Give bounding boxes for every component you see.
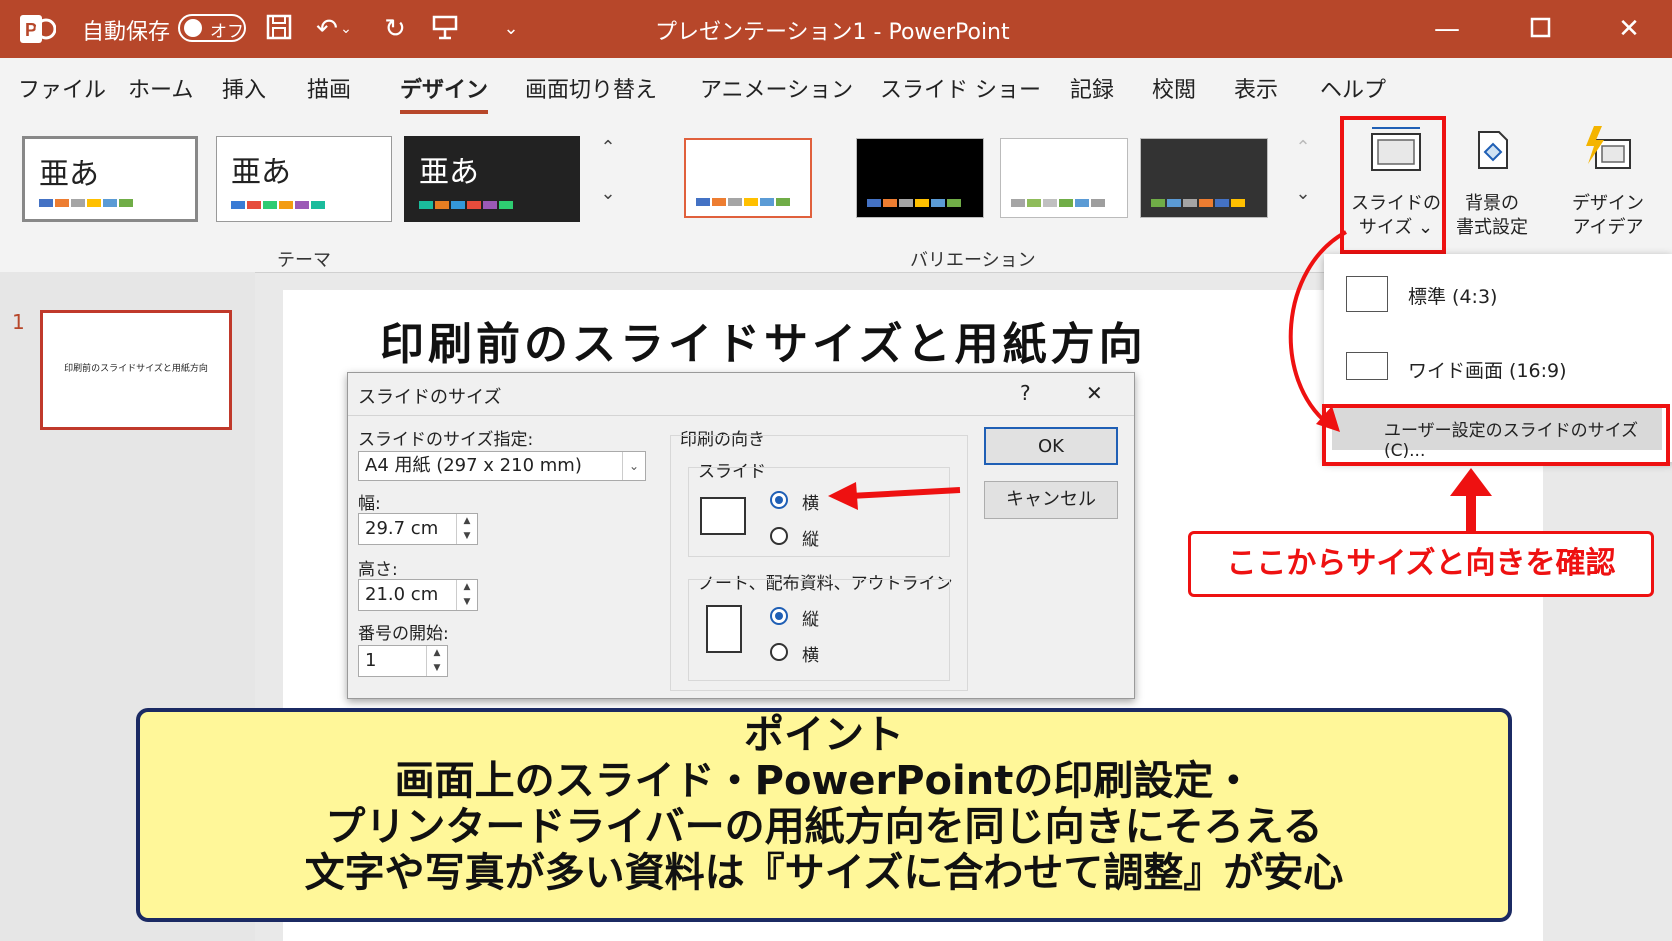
theme-3[interactable]: 亜あ xyxy=(404,136,580,222)
format-background-button[interactable]: 背景の 書式設定 xyxy=(1452,122,1532,240)
format-background-label-2: 書式設定 xyxy=(1456,217,1528,238)
menu-item-standard[interactable]: 標準 (4:3) xyxy=(1408,282,1497,309)
annotation-curved-arrow xyxy=(1288,230,1347,432)
dialog-close-icon[interactable]: ✕ xyxy=(1086,381,1103,405)
menu-item-widescreen[interactable]: ワイド画面 (16:9) xyxy=(1408,356,1567,383)
landscape-page-icon xyxy=(700,497,746,535)
point-line-1: 画面上のスライド・PowerPointの印刷設定・ xyxy=(394,758,1254,804)
variation-scroll-up-icon[interactable]: ⌃ xyxy=(1288,130,1318,166)
variation-3[interactable] xyxy=(1000,138,1128,218)
height-value: 21.0 cm xyxy=(365,584,439,605)
start-number-spinner-icon[interactable]: ▲ ▼ xyxy=(426,646,447,676)
close-icon[interactable]: ✕ xyxy=(1612,12,1646,46)
start-number-value: 1 xyxy=(365,650,377,671)
slide-landscape-radio[interactable] xyxy=(770,491,788,509)
theme-sample-text: 亜あ xyxy=(419,155,479,190)
width-value: 29.7 cm xyxy=(365,518,439,539)
tab-draw[interactable]: 描画 xyxy=(307,72,351,104)
size-select[interactable]: A4 用紙 (297 x 210 mm) ⌄ xyxy=(358,451,646,481)
dialog-help-icon[interactable]: ? xyxy=(1020,381,1031,405)
variation-2[interactable] xyxy=(856,138,984,218)
slide-thumbnail-title: 印刷前のスライドサイズと用紙方向 xyxy=(64,364,208,374)
slide-landscape-label: 横 xyxy=(802,494,819,514)
slide-portrait-radio[interactable] xyxy=(770,527,788,545)
design-ideas-icon xyxy=(1560,122,1656,192)
start-number-input[interactable]: 1 ▲ ▼ xyxy=(358,645,448,677)
customize-toolbar-icon[interactable]: ⌄ xyxy=(494,12,528,46)
minimize-icon[interactable]: — xyxy=(1430,12,1464,46)
tab-slideshow[interactable]: スライド ショー xyxy=(880,72,1041,104)
design-ideas-button[interactable]: デザイン アイデア xyxy=(1560,122,1656,240)
notes-portrait-radio[interactable] xyxy=(770,607,788,625)
save-icon[interactable] xyxy=(262,12,296,46)
undo-dropdown-icon[interactable]: ⌄ xyxy=(336,12,356,46)
design-ideas-label-2: アイデア xyxy=(1572,217,1644,238)
ok-button[interactable]: OK xyxy=(984,427,1118,465)
theme-sample-text: 亜あ xyxy=(39,157,99,192)
slide-portrait-label: 縦 xyxy=(802,530,819,550)
autosave-toggle[interactable]: オフ xyxy=(178,14,246,42)
variation-group-label: バリエーション xyxy=(910,250,1036,271)
tab-help[interactable]: ヘルプ xyxy=(1320,72,1386,104)
point-line-3: 文字や写真が多い資料は『サイズに合わせて調整』が安心 xyxy=(304,850,1344,896)
variation-scroll-down-icon[interactable]: ⌄ xyxy=(1288,176,1318,212)
tab-view[interactable]: 表示 xyxy=(1234,72,1278,104)
tab-insert[interactable]: 挿入 xyxy=(222,72,266,104)
notes-landscape-label: 横 xyxy=(802,646,819,666)
maximize-icon[interactable] xyxy=(1524,12,1558,46)
title-bar: P 自動保存 オフ ↶ ⌄ ↻ ⌄ プレゼンテーション1 - PowerPoin… xyxy=(0,0,1672,58)
height-label: 高さ: xyxy=(358,560,398,580)
powerpoint-logo-icon: P xyxy=(20,12,57,46)
slide-size-dialog: スライドのサイズ ? ✕ スライドのサイズ指定: A4 用紙 (297 x 21… xyxy=(347,372,1135,699)
slide-title[interactable]: 印刷前のスライドサイズと用紙方向 xyxy=(380,308,1147,372)
point-heading: ポイント xyxy=(744,712,904,758)
window-title: プレゼンテーション1 - PowerPoint xyxy=(655,20,1010,45)
notes-portrait-label: 縦 xyxy=(802,610,819,630)
dialog-title: スライドのサイズ xyxy=(358,387,502,408)
tab-review[interactable]: 校閲 xyxy=(1152,72,1196,104)
autosave-label: 自動保存 xyxy=(82,20,171,45)
svg-text:P: P xyxy=(25,20,37,40)
point-line-2: プリンタードライバーの用紙方向を同じ向きにそろえる xyxy=(325,804,1323,850)
theme-office[interactable]: 亜あ xyxy=(22,136,198,222)
annotation-arrow-left xyxy=(828,482,961,510)
theme-sample-text: 亜あ xyxy=(231,155,291,190)
format-background-icon xyxy=(1452,122,1532,192)
slide-thumbnail[interactable]: 印刷前のスライドサイズと用紙方向 xyxy=(40,310,232,430)
format-background-label-1: 背景の xyxy=(1465,193,1519,214)
start-number-label: 番号の開始: xyxy=(358,624,449,644)
annotation-arrow-up xyxy=(1450,468,1492,532)
width-label: 幅: xyxy=(358,494,381,514)
ribbon-tabs: ファイル ホーム 挿入 描画 デザイン 画面切り替え アニメーション スライド … xyxy=(0,58,1672,114)
tab-record[interactable]: 記録 xyxy=(1070,72,1114,104)
theme-scroll-up-icon[interactable]: ⌃ xyxy=(593,130,623,166)
portrait-page-icon xyxy=(706,605,742,653)
theme-scroll-down-icon[interactable]: ⌄ xyxy=(593,176,623,212)
autosave-state: オフ xyxy=(210,22,244,42)
tab-design[interactable]: デザイン xyxy=(400,72,489,114)
variation-4[interactable] xyxy=(1140,138,1268,218)
tab-animations[interactable]: アニメーション xyxy=(700,72,853,104)
width-spinner-icon[interactable]: ▲ ▼ xyxy=(456,514,477,544)
callout-check-size: ここからサイズと向きを確認 xyxy=(1188,531,1654,597)
theme-group-label: テーマ xyxy=(277,250,331,271)
size-select-value: A4 用紙 (297 x 210 mm) xyxy=(365,455,582,476)
design-ideas-label-1: デザイン xyxy=(1572,193,1644,214)
size-select-chevron-icon: ⌄ xyxy=(622,452,645,480)
height-spinner-icon[interactable]: ▲ ▼ xyxy=(456,580,477,610)
notes-landscape-radio[interactable] xyxy=(770,643,788,661)
theme-2[interactable]: 亜あ xyxy=(216,136,392,222)
tab-file[interactable]: ファイル xyxy=(18,72,106,104)
tab-transitions[interactable]: 画面切り替え xyxy=(525,72,657,104)
presentation-start-icon[interactable] xyxy=(428,12,462,46)
cancel-button[interactable]: キャンセル xyxy=(984,481,1118,519)
point-box: ポイント 画面上のスライド・PowerPointの印刷設定・ プリンタードライバ… xyxy=(136,708,1512,922)
width-input[interactable]: 29.7 cm ▲ ▼ xyxy=(358,513,478,545)
height-input[interactable]: 21.0 cm ▲ ▼ xyxy=(358,579,478,611)
tab-home[interactable]: ホーム xyxy=(128,72,193,104)
slide-number: 1 xyxy=(12,310,25,334)
redo-icon[interactable]: ↻ xyxy=(378,12,412,46)
variation-1[interactable] xyxy=(684,138,812,218)
size-label: スライドのサイズ指定: xyxy=(358,430,534,450)
